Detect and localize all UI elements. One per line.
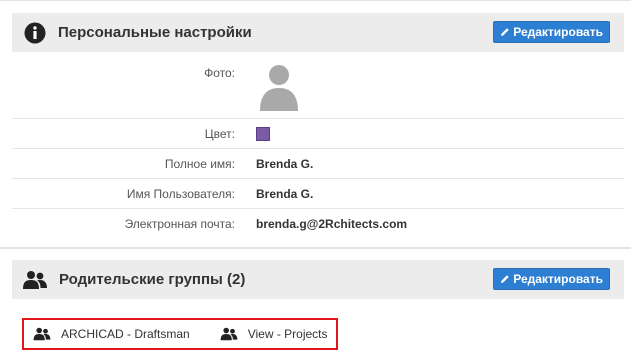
avatar <box>259 61 299 111</box>
parent-groups-list: ARCHICAD - Draftsman View - Projects <box>22 318 338 350</box>
photo-label: Фото: <box>204 66 235 80</box>
divider <box>12 118 624 119</box>
users-icon <box>220 327 238 341</box>
parent-groups-header: Родительские группы (2) Редактировать <box>12 260 624 299</box>
edit-groups-button[interactable]: Редактировать <box>493 268 610 290</box>
email-value: brenda.g@2Rchitects.com <box>256 217 408 231</box>
pencil-icon <box>500 27 510 37</box>
edit-personal-label: Редактировать <box>513 25 603 39</box>
divider <box>12 148 624 149</box>
color-label: Цвет: <box>204 127 235 141</box>
group-item-view-projects[interactable]: View - Projects <box>220 327 328 341</box>
fullname-row: Полное имя: Brenda G. <box>12 153 624 175</box>
divider <box>12 208 624 209</box>
pencil-icon <box>500 274 510 284</box>
email-label: Электронная почта: <box>124 217 235 231</box>
personal-settings-panel: Персональные настройки Редактировать Фот… <box>0 0 631 248</box>
divider <box>12 178 624 179</box>
fullname-value: Brenda G. <box>256 157 314 171</box>
users-icon <box>23 268 47 292</box>
info-circle-icon <box>23 21 47 45</box>
email-row: Электронная почта: brenda.g@2Rchitects.c… <box>12 213 624 235</box>
photo-row: Фото: <box>12 61 624 121</box>
fullname-label: Полное имя: <box>164 157 235 171</box>
color-swatch <box>256 127 270 141</box>
color-row: Цвет: <box>12 123 624 145</box>
parent-groups-panel: Родительские группы (2) Редактировать AR… <box>0 248 631 363</box>
group-item-label: ARCHICAD - Draftsman <box>61 327 190 341</box>
personal-settings-title: Персональные настройки <box>58 24 252 41</box>
parent-groups-title: Родительские группы (2) <box>59 271 246 288</box>
edit-personal-button[interactable]: Редактировать <box>493 21 610 43</box>
username-value: Brenda G. <box>256 187 314 201</box>
personal-settings-header: Персональные настройки Редактировать <box>12 13 624 52</box>
users-icon <box>33 327 51 341</box>
edit-groups-label: Редактировать <box>513 272 603 286</box>
group-item-archicad-draftsman[interactable]: ARCHICAD - Draftsman <box>33 327 190 341</box>
username-label: Имя Пользователя: <box>126 187 235 201</box>
username-row: Имя Пользователя: Brenda G. <box>12 183 624 205</box>
group-item-label: View - Projects <box>247 327 328 341</box>
